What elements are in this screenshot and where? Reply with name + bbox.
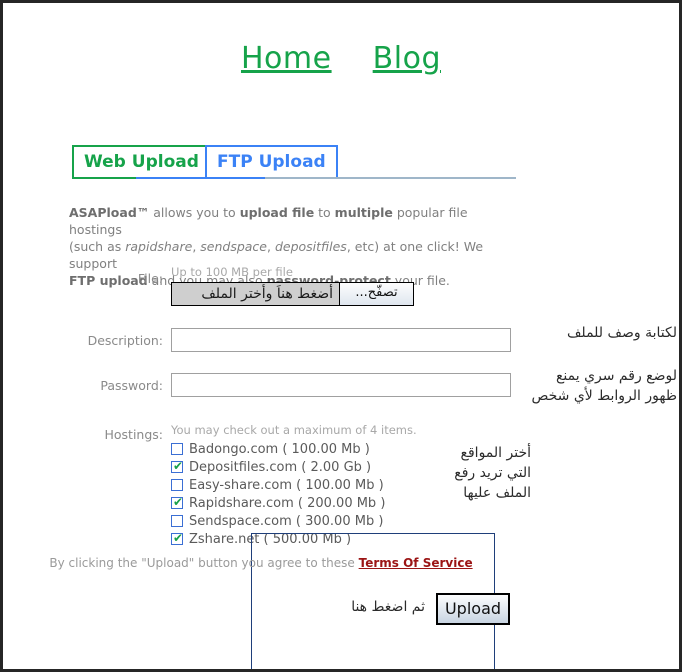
intro-italic-rapidshare: rapidshare <box>125 239 193 254</box>
file-size-hint: Up to 100 MB per file <box>171 265 293 279</box>
file-row: File: Up to 100 MB per file أضغط هناَ وأ… <box>3 265 679 311</box>
hosting-label: Badongo.com ( 100.00 Mb ) <box>189 441 370 457</box>
checkbox-badongo[interactable] <box>171 443 183 455</box>
tab-bar: Web Upload FTP Upload <box>72 145 517 177</box>
hostings-row: Hostings: You may check out a maximum of… <box>3 423 679 547</box>
hosting-label: Easy-share.com ( 100.00 Mb ) <box>189 477 384 493</box>
list-item[interactable]: Easy-share.com ( 100.00 Mb ) <box>171 476 417 494</box>
tab-ftp-upload-label: FTP Upload <box>217 152 326 172</box>
intro-italic-sendspace: sendspace <box>200 239 267 254</box>
terms-of-service-link[interactable]: Terms Of Service <box>359 556 473 570</box>
checkbox-rapidshare[interactable] <box>171 494 184 510</box>
annotation-hostings-line2: التي تريد رفع <box>454 465 531 481</box>
intro-text-4: (such as <box>69 239 126 254</box>
annotation-hostings: أختر المواقع التي تريد رفع الملف عليها <box>411 443 531 503</box>
annotation-password-line1: لوضع رقم سري يمنع <box>555 368 677 384</box>
annotation-password-line2: ظهور الروابط لأي شخص <box>531 388 677 404</box>
hostings-hint: You may check out a maximum of 4 items. <box>171 423 417 437</box>
file-input-value: أضغط هناَ وأختر الملف <box>172 283 339 305</box>
tab-ftp-upload[interactable]: FTP Upload <box>205 145 338 177</box>
nav-link-home[interactable]: Home <box>241 41 332 76</box>
intro-brand: ASAPload™ <box>69 205 150 220</box>
description-input[interactable] <box>171 328 511 352</box>
list-item[interactable]: Depositfiles.com ( 2.00 Gb ) <box>171 458 417 476</box>
tab-web-upload[interactable]: Web Upload <box>72 145 211 177</box>
terms-of-service-line: By clicking the "Upload" button you agre… <box>3 556 519 570</box>
terms-prefix-text: By clicking the "Upload" button you agre… <box>49 556 359 570</box>
list-item[interactable]: Rapidshare.com ( 200.00 Mb ) <box>171 494 417 512</box>
file-input[interactable]: أضغط هناَ وأختر الملف تصفّح... <box>171 282 414 306</box>
checkbox-sendspace[interactable] <box>171 515 183 527</box>
page-frame: Home Blog Web Upload FTP Upload ASAPload… <box>0 0 682 672</box>
annotation-hostings-line1: أختر المواقع <box>460 445 531 461</box>
intro-text-6: , <box>267 239 275 254</box>
tab-underline <box>72 177 516 179</box>
tab-underline-ftp-segment <box>136 177 265 179</box>
intro-bold-multiple: multiple <box>334 205 393 220</box>
hosting-label: Rapidshare.com ( 200.00 Mb ) <box>189 495 386 511</box>
file-field-group: Up to 100 MB per file أضغط هناَ وأختر ال… <box>171 265 414 306</box>
browse-button[interactable]: تصفّح... <box>339 283 413 305</box>
tab-underline-rest-segment <box>265 177 516 179</box>
hostings-list: Badongo.com ( 100.00 Mb ) Depositfiles.c… <box>171 440 417 548</box>
password-input[interactable] <box>171 373 511 397</box>
hostings-label: Hostings: <box>104 427 163 442</box>
password-field-group <box>171 373 511 397</box>
intro-text-2: to <box>314 205 335 220</box>
password-label: Password: <box>100 378 163 393</box>
upload-button[interactable]: Upload <box>436 593 510 625</box>
nav-link-blog[interactable]: Blog <box>373 41 441 76</box>
checkbox-zshare[interactable] <box>171 530 184 546</box>
intro-bold-upload-file: upload file <box>239 205 315 220</box>
annotation-upload: ثم اضغط هنا <box>351 599 425 615</box>
file-label: File: <box>137 271 163 286</box>
intro-text-1: allows you to <box>149 205 240 220</box>
description-label: Description: <box>87 333 163 348</box>
annotation-description: لكتابة وصف للملف <box>566 325 677 341</box>
tab-web-upload-label: Web Upload <box>84 152 199 172</box>
annotation-password: لوضع رقم سري يمنع ظهور الروابط لأي شخص <box>511 366 677 406</box>
checkbox-easyshare[interactable] <box>171 479 183 491</box>
hostings-field-group: You may check out a maximum of 4 items. … <box>171 423 417 548</box>
description-field-group <box>171 328 511 352</box>
annotation-hostings-line3: الملف عليها <box>463 485 531 501</box>
hosting-label: Depositfiles.com ( 2.00 Gb ) <box>189 459 372 475</box>
list-item[interactable]: Sendspace.com ( 300.00 Mb ) <box>171 512 417 530</box>
top-navigation: Home Blog <box>3 41 679 76</box>
intro-italic-depositfiles: depositfiles <box>274 239 347 254</box>
list-item[interactable]: Badongo.com ( 100.00 Mb ) <box>171 440 417 458</box>
checkbox-depositfiles[interactable] <box>171 458 184 474</box>
hosting-label: Sendspace.com ( 300.00 Mb ) <box>189 513 384 529</box>
